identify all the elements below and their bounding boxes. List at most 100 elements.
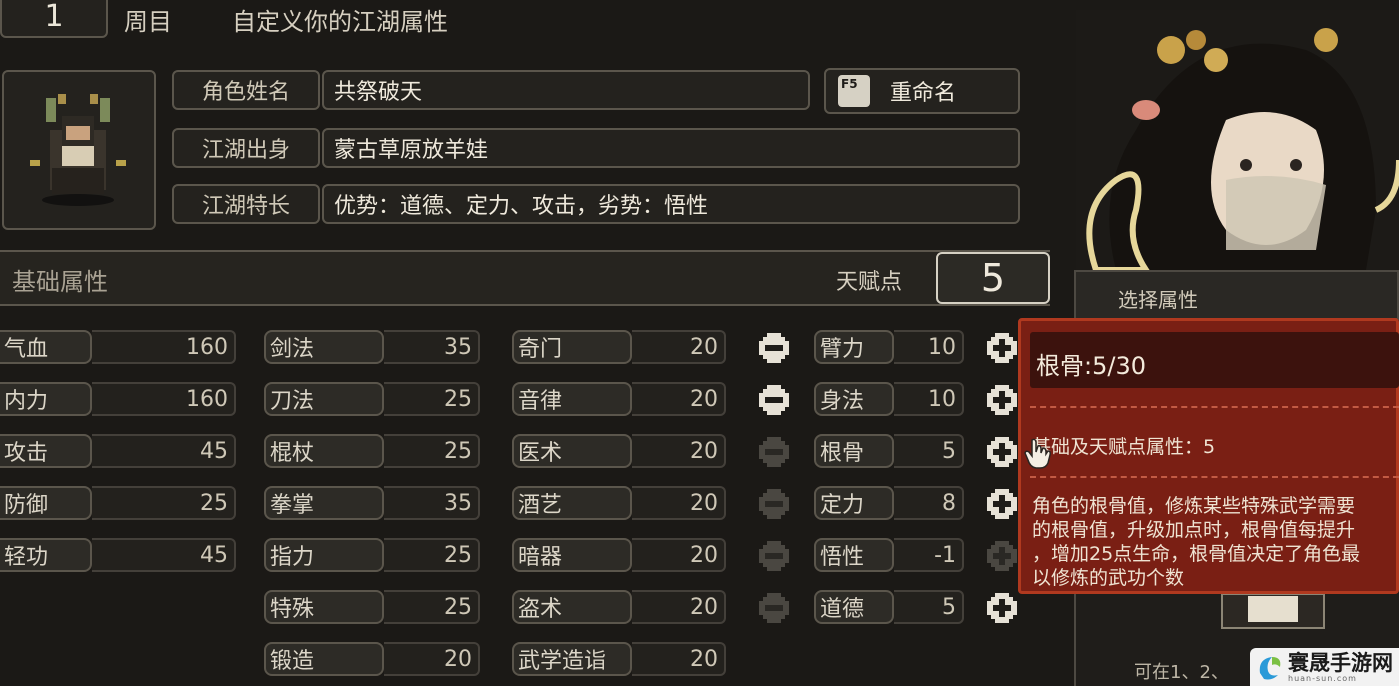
stat-value: 20 bbox=[632, 642, 726, 676]
plus-icon bbox=[987, 593, 1017, 623]
minus-icon bbox=[759, 489, 789, 519]
minus-icon bbox=[759, 333, 789, 363]
minus-icon bbox=[759, 385, 789, 415]
stat-label: 奇门 bbox=[512, 330, 632, 364]
select-attribute-label: 选择属性 bbox=[1118, 288, 1198, 312]
stat-row: 指力 25 bbox=[264, 536, 480, 574]
stat-row: 锻造 20 bbox=[264, 640, 480, 678]
stat-label: 锻造 bbox=[264, 642, 384, 676]
watermark-text: 寰晟手游网 bbox=[1288, 649, 1393, 675]
stat-label: 棍杖 bbox=[264, 434, 384, 468]
minus-button[interactable] bbox=[756, 434, 792, 470]
stat-label: 医术 bbox=[512, 434, 632, 468]
stat-value: -1 bbox=[894, 538, 964, 572]
stat-label: 音律 bbox=[512, 382, 632, 416]
stat-label: 道德 bbox=[814, 590, 894, 624]
stat-label: 身法 bbox=[814, 382, 894, 416]
stat-value: 5 bbox=[894, 590, 964, 624]
stat-row: 拳掌 35 bbox=[264, 484, 480, 522]
watermark-logo-icon bbox=[1259, 657, 1281, 680]
plus-icon bbox=[987, 333, 1017, 363]
stat-row: 气血 160 bbox=[0, 328, 236, 366]
hand-cursor-icon bbox=[1024, 438, 1051, 469]
page-title: 自定义你的江湖属性 bbox=[232, 8, 448, 36]
stat-value: 25 bbox=[384, 590, 480, 624]
minus-icon bbox=[759, 541, 789, 571]
minus-button[interactable] bbox=[756, 590, 792, 626]
tooltip-divider bbox=[1030, 476, 1399, 478]
stat-value: 45 bbox=[92, 538, 236, 572]
stat-row: 暗器 20 bbox=[512, 536, 726, 574]
stat-row: 悟性 -1 bbox=[814, 536, 964, 574]
traits-value: 优势：道德、定力、攻击，劣势：悟性 bbox=[322, 184, 1020, 224]
stat-row: 轻功 45 bbox=[0, 536, 236, 574]
tooltip-description: 角色的根骨值，修炼某些特殊武学需要 的根骨值，升级加点时，根骨值每提升 ，增加2… bbox=[1032, 494, 1399, 590]
tooltip-desc-line: 的根骨值，升级加点时，根骨值每提升 bbox=[1032, 519, 1356, 541]
minus-button[interactable] bbox=[756, 538, 792, 574]
stat-value: 5 bbox=[894, 434, 964, 468]
rename-button[interactable]: F5 重命名 bbox=[824, 68, 1020, 114]
stat-row: 特殊 25 bbox=[264, 588, 480, 626]
stat-row: 音律 20 bbox=[512, 380, 726, 418]
stat-value: 20 bbox=[384, 642, 480, 676]
stat-label: 防御 bbox=[0, 486, 92, 520]
plus-button[interactable] bbox=[984, 590, 1020, 626]
stat-label: 攻击 bbox=[0, 434, 92, 468]
plus-button[interactable] bbox=[984, 434, 1020, 470]
stat-label: 剑法 bbox=[264, 330, 384, 364]
stat-label: 暗器 bbox=[512, 538, 632, 572]
minus-button[interactable] bbox=[756, 486, 792, 522]
minus-icon bbox=[759, 593, 789, 623]
stat-value: 20 bbox=[632, 486, 726, 520]
plus-button[interactable] bbox=[984, 330, 1020, 366]
tooltip-base-line: 基础及天赋点属性：5 bbox=[1032, 436, 1216, 458]
watermark-sub: huan-sun.com bbox=[1288, 673, 1357, 683]
plus-button[interactable] bbox=[984, 538, 1020, 574]
stat-row: 奇门 20 bbox=[512, 328, 726, 366]
cycle-label: 周目 bbox=[124, 8, 172, 36]
character-illustration bbox=[1076, 10, 1399, 270]
stat-value: 20 bbox=[632, 590, 726, 624]
minus-button[interactable] bbox=[756, 382, 792, 418]
emblem-icon bbox=[1221, 594, 1325, 629]
stat-row: 酒艺 20 bbox=[512, 484, 726, 522]
side-panel-hint: 可在1、2、 bbox=[1134, 662, 1229, 683]
traits-label: 江湖特长 bbox=[172, 184, 320, 224]
plus-button[interactable] bbox=[984, 382, 1020, 418]
stat-label: 指力 bbox=[264, 538, 384, 572]
stat-label: 特殊 bbox=[264, 590, 384, 624]
cycle-number: 1 bbox=[44, 0, 64, 34]
tooltip-desc-line: 角色的根骨值，修炼某些特殊武学需要 bbox=[1032, 495, 1356, 517]
rename-label: 重命名 bbox=[890, 81, 957, 106]
watermark: 寰晟手游网 huan-sun.com bbox=[1250, 648, 1399, 686]
name-label: 角色姓名 bbox=[172, 70, 320, 110]
stat-value: 20 bbox=[632, 382, 726, 416]
stat-row: 定力 8 bbox=[814, 484, 964, 522]
stat-label: 武学造诣 bbox=[512, 642, 632, 676]
stat-label: 盗术 bbox=[512, 590, 632, 624]
plus-icon bbox=[987, 385, 1017, 415]
stat-row: 防御 25 bbox=[0, 484, 236, 522]
stat-value: 20 bbox=[632, 330, 726, 364]
stat-value: 45 bbox=[92, 434, 236, 468]
stat-row: 攻击 45 bbox=[0, 432, 236, 470]
stat-row: 臂力 10 bbox=[814, 328, 964, 366]
origin-value: 蒙古草原放羊娃 bbox=[322, 128, 1020, 168]
plus-button[interactable] bbox=[984, 486, 1020, 522]
stat-row: 根骨 5 bbox=[814, 432, 964, 470]
stat-value: 160 bbox=[92, 382, 236, 416]
stat-value: 25 bbox=[384, 434, 480, 468]
stat-value: 35 bbox=[384, 330, 480, 364]
stat-row: 道德 5 bbox=[814, 588, 964, 626]
name-field[interactable]: 共祭破天 bbox=[322, 70, 810, 110]
plus-icon bbox=[987, 437, 1017, 467]
cycle-number-box: 1 bbox=[0, 0, 108, 38]
stat-value: 10 bbox=[894, 382, 964, 416]
tooltip-title: 根骨:5/30 bbox=[1036, 352, 1146, 380]
stat-row: 刀法 25 bbox=[264, 380, 480, 418]
stat-row: 内力 160 bbox=[0, 380, 236, 418]
stat-label: 臂力 bbox=[814, 330, 894, 364]
minus-button[interactable] bbox=[756, 330, 792, 366]
stat-value: 10 bbox=[894, 330, 964, 364]
stat-label: 酒艺 bbox=[512, 486, 632, 520]
